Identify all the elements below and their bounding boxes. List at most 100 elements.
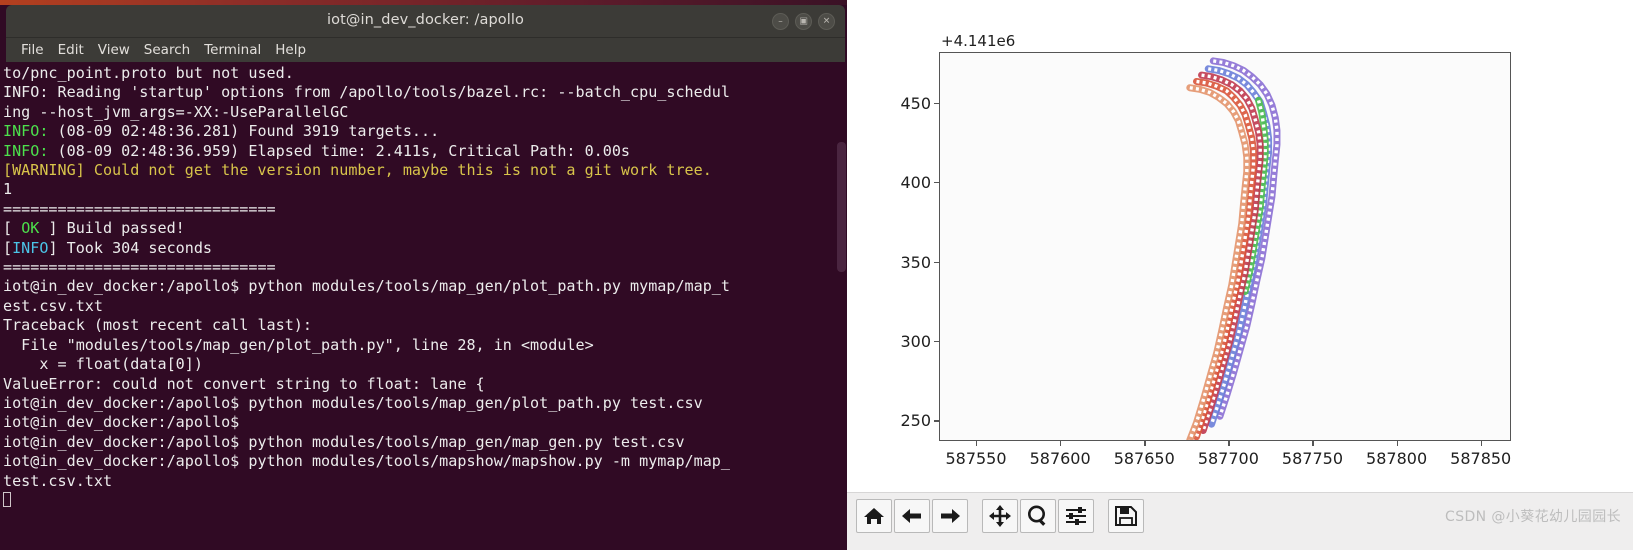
terminal-line: iot@in_dev_docker:/apollo$ python module… bbox=[3, 277, 847, 296]
y-tick-mark bbox=[934, 102, 939, 105]
x-tick-label: 587700 bbox=[1197, 449, 1259, 468]
terminal-line: [WARNING] Could not get the version numb… bbox=[3, 161, 847, 180]
minimize-icon: – bbox=[778, 16, 783, 26]
terminal-text: [ bbox=[3, 219, 22, 238]
maximize-button[interactable]: ▣ bbox=[795, 13, 812, 30]
terminal-text: INFO: bbox=[3, 122, 49, 141]
x-tick-mark bbox=[1312, 441, 1314, 446]
terminal-text: iot@in_dev_docker:/apollo$ python module… bbox=[3, 432, 685, 451]
x-tick-mark bbox=[1144, 441, 1146, 446]
terminal-scroll-thumb[interactable] bbox=[837, 142, 846, 272]
terminal-line: INFO: Reading 'startup' options from /ap… bbox=[3, 83, 847, 102]
csdn-watermark: CSDN @小葵花幼儿园园长 bbox=[1445, 509, 1621, 525]
terminal-text: ValueError: could not convert string to … bbox=[3, 374, 485, 393]
menu-item-view[interactable]: View bbox=[91, 42, 137, 58]
x-tick-mark bbox=[1060, 441, 1062, 446]
terminal-line: iot@in_dev_docker:/apollo$ python module… bbox=[3, 452, 847, 471]
y-tick-label: 400 bbox=[900, 173, 931, 193]
terminal-text: INFO: Reading 'startup' options from /ap… bbox=[3, 83, 730, 102]
y-tick-label: 250 bbox=[900, 411, 931, 431]
terminal-text: ============================== bbox=[3, 258, 276, 277]
subplot-config-icon[interactable] bbox=[1058, 499, 1094, 533]
terminal-menubar: File Edit View Search Terminal Help bbox=[6, 38, 845, 62]
y-axis-offset-label: +4.141e6 bbox=[941, 32, 1016, 50]
terminal-text: iot@in_dev_docker:/apollo$ bbox=[3, 413, 240, 432]
terminal-line: [ OK ] Build passed! bbox=[3, 219, 847, 238]
y-tick-mark bbox=[934, 420, 939, 422]
terminal-line: [INFO] Took 304 seconds bbox=[3, 239, 847, 258]
terminal-line: ============================== bbox=[3, 200, 847, 219]
terminal-line: est.csv.txt bbox=[3, 297, 847, 316]
x-tick-label: 587750 bbox=[1281, 449, 1343, 468]
menu-item-file[interactable]: File bbox=[14, 42, 51, 58]
terminal-text: [WARNING] Could not get the version numb… bbox=[3, 161, 712, 180]
x-tick-label: 587550 bbox=[945, 449, 1007, 468]
terminal-prompt-line bbox=[3, 491, 847, 510]
terminal-line: iot@in_dev_docker:/apollo$ bbox=[3, 413, 847, 432]
terminal-line: 1 bbox=[3, 180, 847, 199]
terminal-window: iot@in_dev_docker: /apollo – ▣ ✕ File Ed… bbox=[0, 0, 847, 550]
terminal-line: x = float(data[0]) bbox=[3, 355, 847, 374]
figure-canvas[interactable]: +4.141e6 250 300 350 400 450 587550 587600 587… bbox=[847, 0, 1633, 492]
terminal-scrollbar[interactable] bbox=[836, 62, 847, 550]
terminal-cursor bbox=[3, 491, 11, 507]
terminal-line: iot@in_dev_docker:/apollo$ python module… bbox=[3, 394, 847, 413]
lane-path-plot bbox=[1186, 57, 1281, 440]
minimize-button[interactable]: – bbox=[772, 13, 789, 30]
y-tick-label: 350 bbox=[900, 252, 931, 272]
terminal-text: Traceback (most recent call last): bbox=[3, 316, 312, 335]
terminal-line: ing --host_jvm_args=-XX:-UseParallelGC bbox=[3, 103, 847, 122]
pan-move-icon[interactable] bbox=[982, 499, 1018, 533]
menu-item-help[interactable]: Help bbox=[268, 42, 313, 58]
terminal-text: ============================== bbox=[3, 199, 276, 218]
terminal-text: File "modules/tools/map_gen/plot_path.py… bbox=[3, 335, 594, 354]
terminal-text: est.csv.txt bbox=[3, 296, 103, 315]
forward-arrow-icon[interactable] bbox=[932, 499, 968, 533]
x-tick-label: 587650 bbox=[1113, 449, 1175, 468]
menu-item-search[interactable]: Search bbox=[137, 42, 197, 58]
x-tick-label: 587600 bbox=[1029, 449, 1091, 468]
terminal-line: ============================== bbox=[3, 258, 847, 277]
terminal-output-area[interactable]: to/pnc_point.proto but not used. INFO: Re… bbox=[0, 62, 847, 550]
terminal-titlebar[interactable]: iot@in_dev_docker: /apollo – ▣ ✕ bbox=[6, 5, 845, 38]
back-arrow-icon[interactable] bbox=[894, 499, 930, 533]
terminal-line: INFO: (08-09 02:48:36.281) Found 3919 ta… bbox=[3, 122, 847, 141]
terminal-text: ] Took 304 seconds bbox=[48, 238, 213, 257]
plot-axes bbox=[939, 52, 1511, 441]
terminal-line: File "modules/tools/map_gen/plot_path.py… bbox=[3, 336, 847, 355]
terminal-line: INFO: (08-09 02:48:36.959) Elapsed time:… bbox=[3, 142, 847, 161]
terminal-text: OK bbox=[21, 219, 40, 238]
y-tick-label: 450 bbox=[900, 93, 931, 113]
y-tick-mark bbox=[934, 261, 939, 263]
zoom-magnifier-icon[interactable] bbox=[1020, 499, 1056, 533]
matplotlib-figure-window: +4.141e6 250 300 350 400 450 587550 587600 587… bbox=[847, 0, 1633, 550]
terminal-line: to/pnc_point.proto but not used. bbox=[3, 64, 847, 83]
menu-item-edit[interactable]: Edit bbox=[51, 42, 91, 58]
terminal-text: [ bbox=[3, 238, 13, 257]
terminal-text: test.csv.txt bbox=[3, 471, 113, 490]
terminal-line: ValueError: could not convert string to … bbox=[3, 375, 847, 394]
menu-item-terminal[interactable]: Terminal bbox=[197, 42, 268, 58]
terminal-text: INFO bbox=[12, 238, 49, 257]
terminal-text: (08-09 02:48:36.281) Found 3919 targets.… bbox=[48, 122, 440, 141]
close-icon: ✕ bbox=[822, 16, 831, 26]
terminal-line: test.csv.txt bbox=[3, 472, 847, 491]
y-tick-mark bbox=[934, 182, 939, 184]
close-button[interactable]: ✕ bbox=[818, 13, 835, 30]
maximize-icon: ▣ bbox=[799, 16, 808, 26]
home-icon[interactable] bbox=[856, 499, 892, 533]
terminal-text: 1 bbox=[3, 180, 13, 199]
terminal-text: (08-09 02:48:36.959) Elapsed time: 2.411… bbox=[48, 141, 631, 160]
x-tick-mark bbox=[1480, 441, 1482, 446]
y-tick-label: 300 bbox=[900, 331, 931, 351]
save-disk-icon[interactable] bbox=[1108, 499, 1144, 533]
terminal-text: iot@in_dev_docker:/apollo$ python module… bbox=[3, 277, 730, 296]
x-tick-mark bbox=[1396, 441, 1398, 446]
x-tick-label: 587800 bbox=[1366, 449, 1428, 468]
terminal-lines: to/pnc_point.proto but not used. INFO: Re… bbox=[3, 64, 847, 510]
x-tick-mark bbox=[976, 441, 978, 446]
terminal-text: to/pnc_point.proto but not used. bbox=[3, 64, 294, 82]
terminal-line: iot@in_dev_docker:/apollo$ python module… bbox=[3, 433, 847, 452]
x-tick-mark bbox=[1228, 441, 1230, 446]
terminal-text: iot@in_dev_docker:/apollo$ python module… bbox=[3, 452, 730, 471]
